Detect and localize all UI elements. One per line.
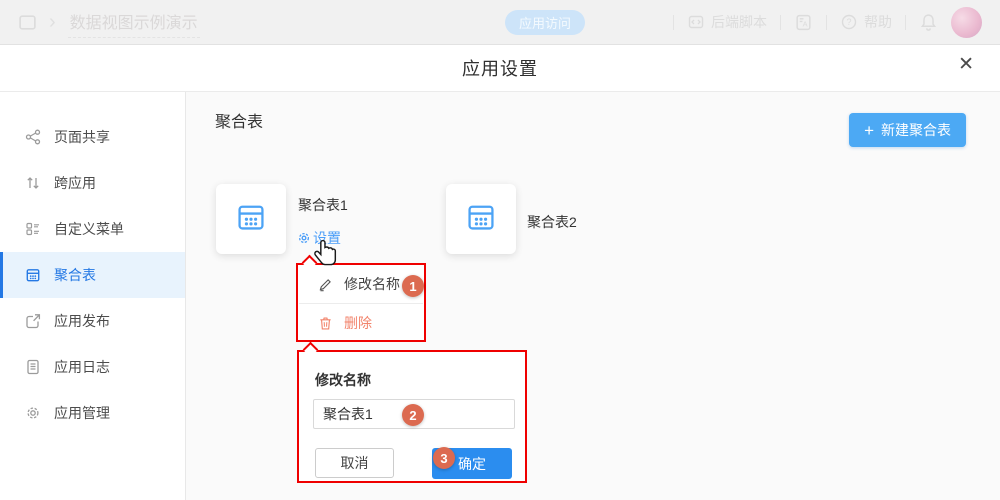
pencil-icon bbox=[318, 277, 333, 292]
sidebar-item-cross-app[interactable]: 跨应用 bbox=[0, 160, 185, 206]
monitor-icon bbox=[18, 13, 37, 32]
topbar-actions: 后端脚本 A ? 帮助 bbox=[673, 7, 982, 38]
help-icon: ? bbox=[840, 13, 858, 31]
divider bbox=[673, 15, 674, 30]
code-icon bbox=[687, 13, 705, 31]
sidebar-item-label: 自定义菜单 bbox=[54, 219, 124, 239]
divider bbox=[826, 15, 827, 30]
close-icon[interactable]: ✕ bbox=[958, 55, 974, 74]
table-icon bbox=[235, 201, 267, 238]
sidebar-item-label: 跨应用 bbox=[54, 173, 96, 193]
cross-app-icon bbox=[24, 175, 41, 191]
breadcrumb: › 数据视图示例演示 bbox=[18, 7, 200, 38]
modal-header: 应用设置 ✕ bbox=[0, 45, 1000, 92]
sidebar-item-label: 聚合表 bbox=[54, 265, 96, 285]
new-button-label: 新建聚合表 bbox=[881, 120, 951, 140]
menu-item-label: 删除 bbox=[344, 313, 372, 333]
user-avatar[interactable] bbox=[951, 7, 982, 38]
sidebar-item-aggregate-table[interactable]: 聚合表 bbox=[0, 252, 185, 298]
hand-cursor-icon bbox=[313, 239, 339, 273]
sidebar-item-label: 应用日志 bbox=[54, 357, 110, 377]
sidebar-item-app-publish[interactable]: 应用发布 bbox=[0, 298, 185, 344]
new-aggregate-table-button[interactable]: + 新建聚合表 bbox=[849, 113, 966, 147]
backend-script-button[interactable]: 后端脚本 bbox=[687, 12, 767, 32]
gear-icon bbox=[24, 405, 41, 421]
settings-sidebar: 页面共享 跨应用 自定义菜单 聚合表 bbox=[0, 92, 186, 500]
sidebar-item-label: 应用管理 bbox=[54, 403, 110, 423]
aggregate-table-panel: 聚合表 + 新建聚合表 聚合表1 设置 bbox=[186, 92, 1000, 500]
divider bbox=[905, 15, 906, 30]
aggregate-table-card-2[interactable] bbox=[446, 184, 516, 254]
plus-icon: + bbox=[864, 122, 874, 139]
annotation-badge-2: 2 bbox=[402, 404, 424, 426]
app-log-icon bbox=[24, 359, 41, 375]
topbar: › 数据视图示例演示 应用访问 后端脚本 A ? 帮助 bbox=[0, 0, 1000, 45]
sidebar-item-app-log[interactable]: 应用日志 bbox=[0, 344, 185, 390]
app-access-button[interactable]: 应用访问 bbox=[505, 10, 585, 35]
custom-menu-icon bbox=[24, 221, 41, 237]
aggregate-table-icon bbox=[24, 267, 41, 283]
card-1-name: 聚合表1 bbox=[298, 195, 348, 215]
sidebar-item-label: 页面共享 bbox=[54, 127, 110, 147]
chevron-right-icon: › bbox=[49, 12, 56, 32]
help-button[interactable]: ? 帮助 bbox=[840, 12, 892, 32]
sidebar-item-app-manage[interactable]: 应用管理 bbox=[0, 390, 185, 436]
svg-text:?: ? bbox=[846, 17, 851, 27]
share-icon bbox=[24, 129, 41, 145]
trash-icon bbox=[318, 316, 333, 331]
svg-text:A: A bbox=[803, 19, 808, 28]
popover-notch bbox=[303, 342, 319, 358]
sidebar-item-page-share[interactable]: 页面共享 bbox=[0, 114, 185, 160]
aggregate-table-card-1[interactable] bbox=[216, 184, 286, 254]
menu-item-delete[interactable]: 删除 bbox=[298, 304, 424, 342]
dictionary-icon[interactable]: A bbox=[794, 13, 813, 32]
modal-title: 应用设置 bbox=[462, 55, 538, 81]
rename-title: 修改名称 bbox=[315, 370, 371, 390]
app-publish-icon bbox=[24, 313, 41, 329]
rename-popover: 修改名称 2 取消 确定 3 bbox=[297, 350, 527, 483]
table-icon bbox=[465, 201, 497, 238]
help-label: 帮助 bbox=[864, 12, 892, 32]
app-settings-modal: 应用设置 ✕ 页面共享 跨应用 自定义菜单 bbox=[0, 45, 1000, 500]
app-title[interactable]: 数据视图示例演示 bbox=[68, 7, 200, 38]
backend-script-label: 后端脚本 bbox=[711, 12, 767, 32]
divider bbox=[780, 15, 781, 30]
panel-heading: 聚合表 bbox=[215, 108, 263, 132]
gear-icon bbox=[297, 231, 311, 245]
card-context-menu: 修改名称 删除 1 bbox=[296, 263, 426, 342]
bell-icon[interactable] bbox=[919, 13, 938, 32]
sidebar-item-custom-menu[interactable]: 自定义菜单 bbox=[0, 206, 185, 252]
cancel-button[interactable]: 取消 bbox=[315, 448, 394, 478]
sidebar-item-label: 应用发布 bbox=[54, 311, 110, 331]
annotation-badge-1: 1 bbox=[402, 275, 424, 297]
annotation-badge-3: 3 bbox=[433, 447, 455, 469]
menu-item-label: 修改名称 bbox=[344, 274, 400, 294]
card-2-name: 聚合表2 bbox=[527, 212, 577, 232]
